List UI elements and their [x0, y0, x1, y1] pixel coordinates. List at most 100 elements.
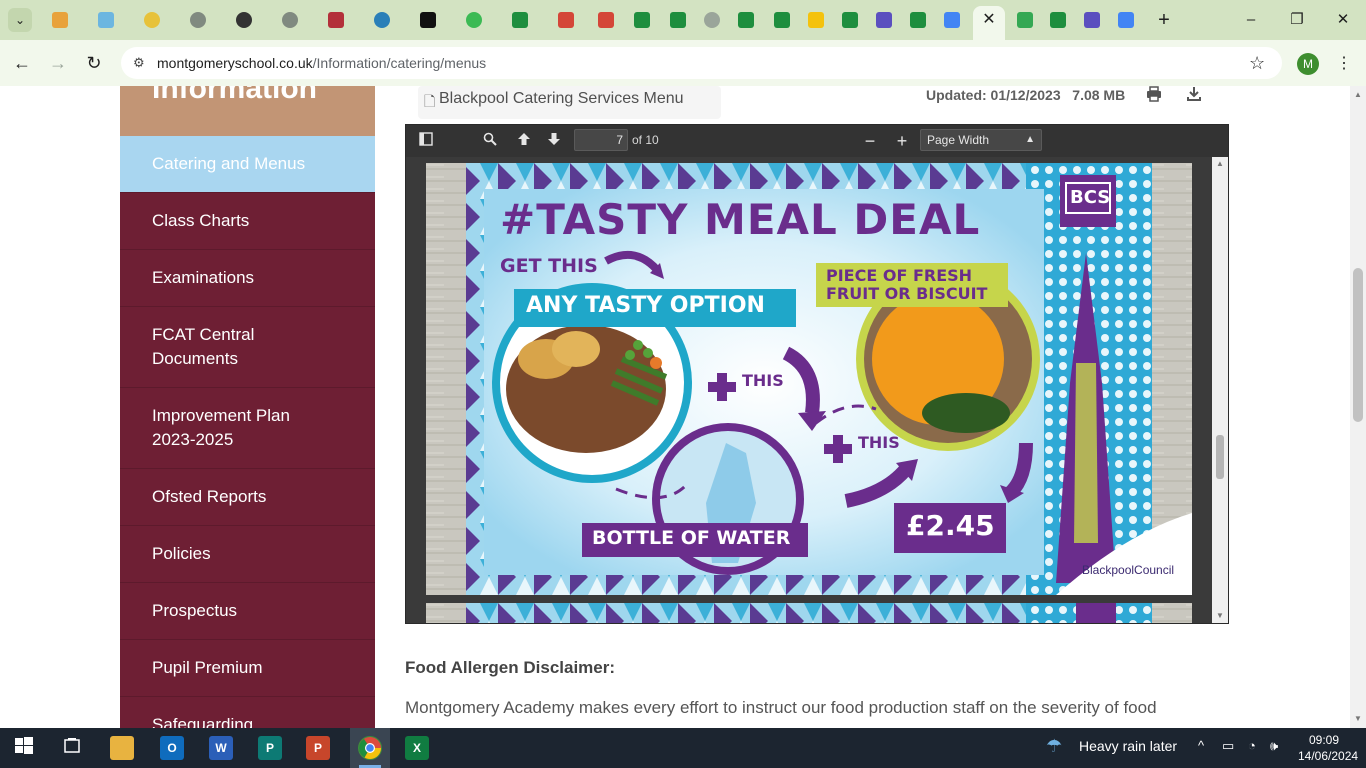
windows-start-icon[interactable] [12, 736, 36, 760]
document-file-link[interactable]: 🗋 Blackpool Catering Services Menu [418, 86, 721, 119]
outlook-icon[interactable]: O [160, 736, 184, 760]
zoom-select[interactable]: Page Width ▲ [920, 129, 1042, 151]
sidebar-item-label: Safeguarding [152, 715, 254, 728]
reload-icon[interactable]: ↻ [82, 51, 106, 75]
tab-favicon-icon[interactable] [52, 12, 68, 28]
pdf-page-8 [426, 603, 1192, 623]
url-text[interactable]: montgomeryschool.co.uk/Information/cater… [157, 55, 486, 71]
bookmark-star-icon[interactable]: ☆ [1249, 53, 1265, 73]
tab-forms-icon[interactable] [876, 12, 892, 28]
sidebar-heading-box: Information [120, 86, 375, 136]
tab-favicon-icon[interactable] [328, 12, 344, 28]
restore-icon[interactable]: ❐ [1282, 8, 1312, 32]
profile-avatar[interactable]: M [1297, 53, 1319, 75]
tab-gmail-icon[interactable] [598, 12, 614, 28]
tab-favicon-icon[interactable] [98, 12, 114, 28]
tab-gmail-icon[interactable] [558, 12, 574, 28]
pdf-page-area[interactable]: #TASTY MEAL DEAL GET THIS ANY TASTY OPTI… [406, 157, 1212, 623]
tab-drive-icon[interactable] [1017, 12, 1033, 28]
pdf-scrollbar[interactable]: ▲ ▼ [1212, 157, 1228, 623]
page-scroll-up-icon[interactable]: ▲ [1350, 88, 1366, 102]
word-icon[interactable]: W [209, 736, 233, 760]
page-scroll-thumb[interactable] [1353, 268, 1363, 422]
sidebar-item-ofsted[interactable]: Ofsted Reports [120, 469, 375, 526]
tab-calendar-icon[interactable] [944, 12, 960, 28]
download-icon[interactable] [1186, 86, 1202, 102]
tab-calendar-icon[interactable] [1118, 12, 1134, 28]
task-view-icon[interactable] [60, 736, 84, 760]
sidebar-toggle-icon[interactable] [416, 131, 436, 151]
tab-sheets-icon[interactable] [910, 12, 926, 28]
tab-favicon-icon[interactable] [144, 12, 160, 28]
taskbar-clock[interactable]: 09:09 14/06/2024 [1298, 732, 1358, 764]
tab-sheets-icon[interactable] [738, 12, 754, 28]
battery-icon[interactable]: ▭ [1222, 738, 1234, 754]
site-info-icon[interactable]: ⚙ [133, 55, 149, 71]
previous-page-icon[interactable] [514, 131, 534, 151]
clock-time: 09:09 [1308, 733, 1340, 747]
tab-sheets-icon[interactable] [512, 12, 528, 28]
sidebar-item-policies[interactable]: Policies [120, 526, 375, 583]
sidebar-item-fcat[interactable]: FCAT Central Documents [120, 307, 375, 388]
wifi-icon[interactable]: ◔ [1248, 738, 1256, 753]
page-number-input[interactable]: 7 [574, 129, 628, 151]
sidebar-item-catering[interactable]: Catering and Menus [120, 136, 375, 193]
tab-sheets-icon[interactable] [634, 12, 650, 28]
tab-globe-icon[interactable] [282, 12, 298, 28]
sidebar-item-improvement-plan[interactable]: Improvement Plan 2023-2025 [120, 388, 375, 469]
powerpoint-icon[interactable]: P [306, 736, 330, 760]
tab-sheets-icon[interactable] [774, 12, 790, 28]
file-explorer-icon[interactable] [110, 736, 134, 760]
next-page-icon[interactable] [544, 131, 564, 151]
sidebar-item-label: Examinations [152, 268, 255, 287]
tab-sheets-icon[interactable] [842, 12, 858, 28]
chrome-icon[interactable] [358, 736, 382, 760]
tab-favicon-icon[interactable] [466, 12, 482, 28]
next-page-preview [426, 603, 1192, 623]
sidebar-item-label: Pupil Premium [152, 658, 263, 677]
scroll-down-icon[interactable]: ▼ [1212, 609, 1228, 623]
address-bar[interactable]: ⚙ montgomeryschool.co.uk/Information/cat… [121, 47, 1282, 79]
back-arrow-icon[interactable]: ← [10, 51, 34, 75]
scroll-up-icon[interactable]: ▲ [1212, 157, 1228, 171]
tab-sheets-icon[interactable] [670, 12, 686, 28]
tab-search-icon[interactable]: ⌄ [8, 8, 32, 32]
page-scroll-down-icon[interactable]: ▼ [1350, 712, 1366, 726]
active-tab[interactable]: ✕ [973, 6, 1005, 40]
volume-icon[interactable]: 🕪 [1270, 738, 1278, 754]
page-scrollbar[interactable]: ▲ ▼ [1350, 86, 1366, 728]
tab-slides-icon[interactable] [808, 12, 824, 28]
tab-forms-icon[interactable] [1084, 12, 1100, 28]
tab-favicon-icon[interactable] [420, 12, 436, 28]
document-meta: Updated: 01/12/2023 7.08 MB [926, 87, 1125, 103]
new-tab-icon[interactable]: + [1152, 8, 1176, 32]
tab-globe-icon[interactable] [704, 12, 720, 28]
tab-sheets-icon[interactable] [1050, 12, 1066, 28]
poster-get-this: GET THIS [500, 255, 598, 277]
sidebar-item-safeguarding[interactable]: Safeguarding [120, 697, 375, 728]
publisher-icon[interactable]: P [258, 736, 282, 760]
tab-globe-icon[interactable] [190, 12, 206, 28]
sidebar-item-examinations[interactable]: Examinations [120, 250, 375, 307]
print-icon[interactable] [1146, 86, 1162, 102]
forward-arrow-icon[interactable]: → [46, 51, 70, 75]
sidebar-item-prospectus[interactable]: Prospectus [120, 583, 375, 640]
sidebar-item-pupil-premium[interactable]: Pupil Premium [120, 640, 375, 697]
tab-close-icon[interactable]: ✕ [981, 12, 997, 28]
sidebar-item-label: Prospectus [152, 601, 238, 620]
minimize-icon[interactable]: – [1236, 8, 1266, 32]
browser-tab-strip: ⌄ ✕ + – ❐ ✕ [0, 0, 1366, 40]
document-updated: Updated: 01/12/2023 [926, 87, 1061, 103]
pdf-scroll-thumb[interactable] [1216, 435, 1224, 479]
zoom-out-icon[interactable]: − [860, 131, 880, 151]
find-search-icon[interactable] [480, 131, 500, 151]
excel-icon[interactable]: X [405, 736, 429, 760]
weather-text[interactable]: Heavy rain later [1079, 738, 1177, 754]
window-close-icon[interactable]: ✕ [1328, 8, 1358, 32]
tab-favicon-icon[interactable] [236, 12, 252, 28]
sidebar-item-class-charts[interactable]: Class Charts [120, 193, 375, 250]
tab-favicon-icon[interactable] [374, 12, 390, 28]
browser-menu-icon[interactable]: ⋮ [1336, 52, 1352, 76]
zoom-in-icon[interactable]: + [892, 131, 912, 151]
tray-chevron-icon[interactable]: ^ [1198, 738, 1204, 753]
